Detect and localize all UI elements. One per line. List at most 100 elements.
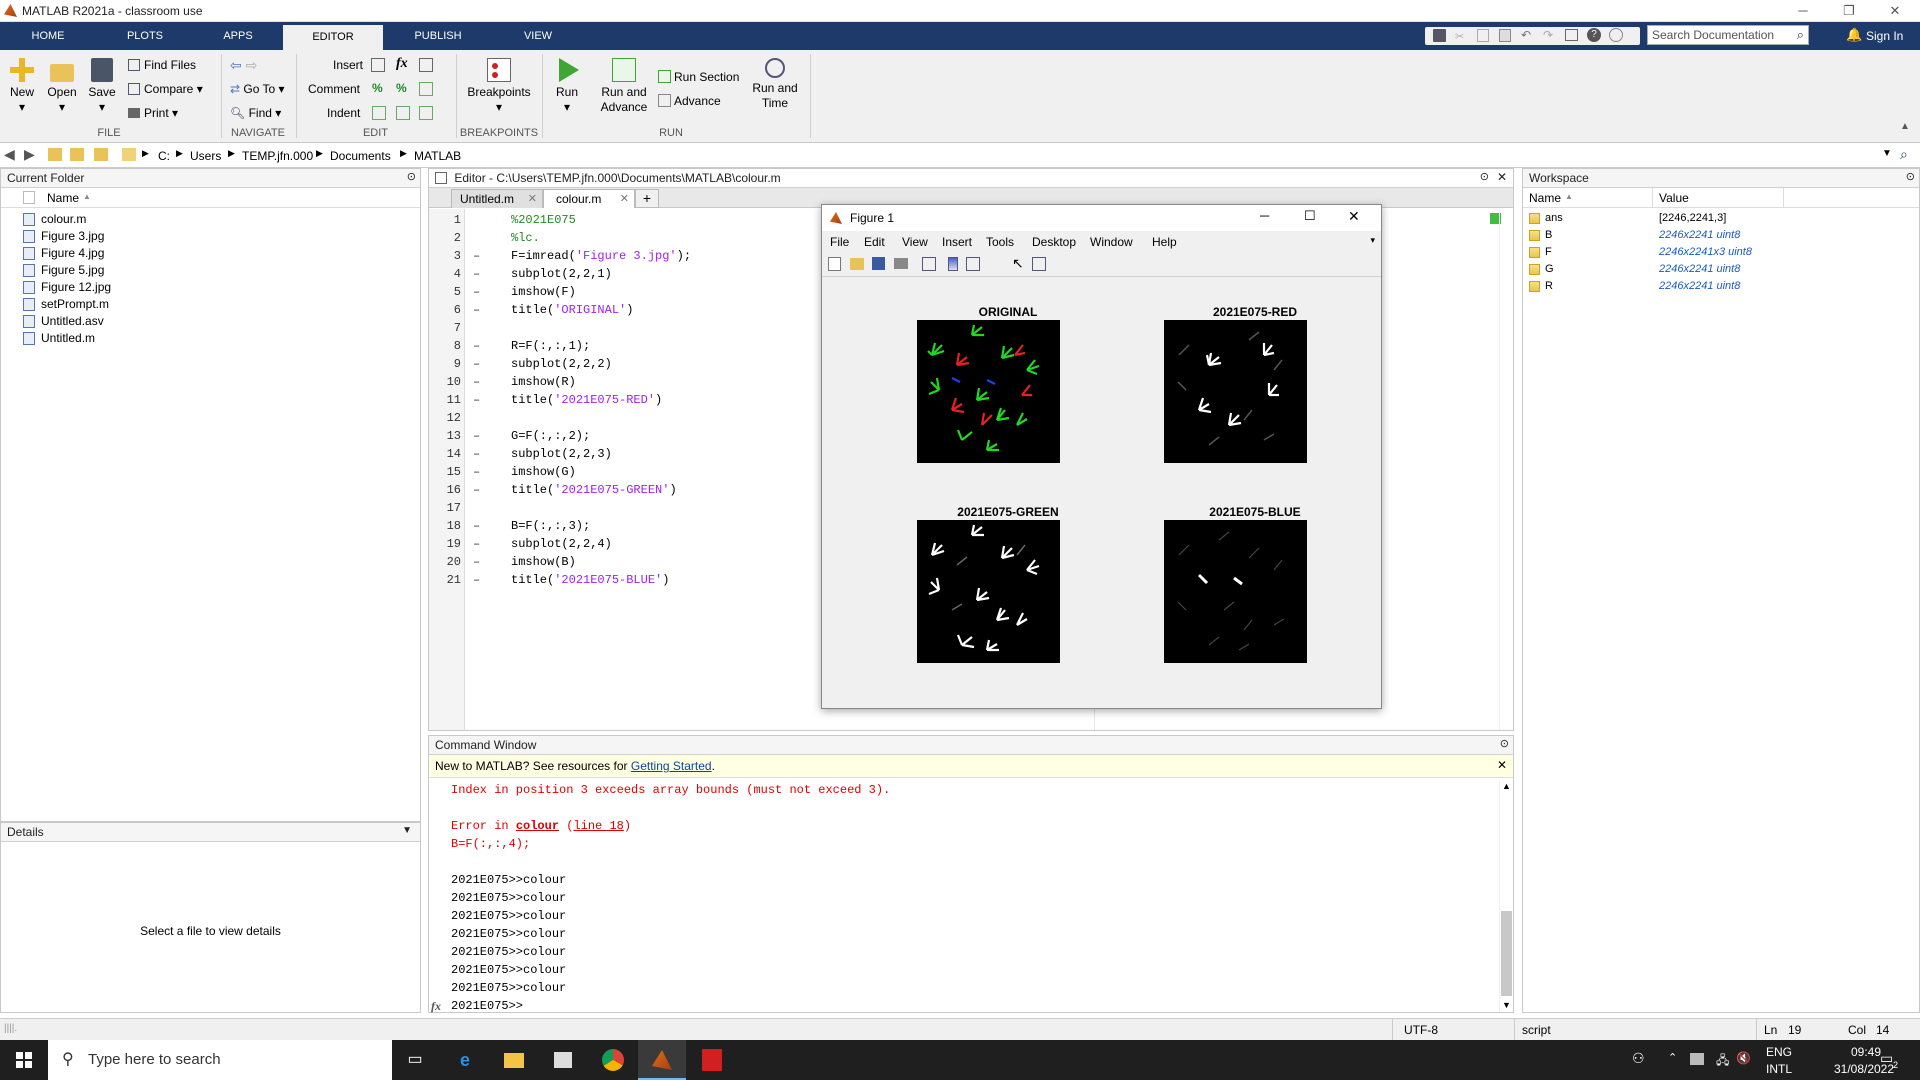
figure-minimize-icon[interactable]: ─ [1260,208,1269,223]
breakpoint-marker[interactable]: – [473,373,480,391]
smart-indent-icon[interactable] [372,106,386,120]
pointer-icon[interactable]: ↖ [1012,255,1024,272]
command-prompt[interactable]: fx 2021E075>> [429,997,1495,1015]
figure-maximize-icon[interactable]: ☐ [1304,208,1316,224]
collapse-ribbon-icon[interactable]: ▲ [1900,121,1910,132]
copy-icon[interactable] [1477,29,1489,42]
scroll-thumb[interactable] [1501,911,1512,996]
subplot-original-image[interactable] [917,320,1060,463]
figure-menu-edit[interactable]: Edit [864,235,885,249]
close-tab-icon[interactable]: ✕ [528,192,537,205]
workspace-variable-row[interactable]: R 2246x2241 uint8 [1523,278,1919,295]
file-item[interactable]: Figure 5.jpg [1,262,420,279]
notification-icon[interactable]: ▭ [1880,1050,1893,1067]
variable-value[interactable]: 2246x2241 uint8 [1659,227,1740,244]
tab-home[interactable]: HOME [18,22,78,50]
task-view-icon[interactable]: ▭ [391,1040,439,1080]
command-scrollbar[interactable]: ▲ ▼ [1499,781,1513,1012]
subplot-red-image[interactable] [1164,320,1307,463]
indent-button[interactable]: Indent [327,104,360,122]
tab-editor[interactable]: EDITOR [283,25,383,50]
file-item[interactable]: Figure 4.jpg [1,245,420,262]
variable-value[interactable]: 2246x2241 uint8 [1659,278,1740,295]
print-figure-icon[interactable] [894,258,908,269]
search-icon[interactable]: ⌕ [1797,27,1804,43]
breakpoint-marker[interactable]: – [473,301,480,319]
sign-in-link[interactable]: Sign In [1866,29,1903,43]
tray-chevron-icon[interactable]: ⌃ [1668,1051,1677,1064]
breakpoint-marker[interactable]: – [473,535,480,553]
subplot-blue-image[interactable] [1164,520,1307,663]
fx-icon[interactable]: fx [431,997,441,1015]
editor-scroll-track[interactable] [1499,209,1513,730]
tray-app-icon[interactable] [1690,1053,1704,1065]
new-tab-button[interactable]: + [635,189,659,208]
tab-view[interactable]: VIEW [508,22,568,50]
file-item[interactable]: Untitled.asv [1,313,420,330]
tab-colour[interactable]: colour.m ✕ [543,189,635,208]
acrobat-icon[interactable] [688,1040,736,1080]
search-documentation-input[interactable]: Search Documentation ⌕ [1647,25,1809,45]
details-header[interactable]: Details ▼ [1,823,420,842]
forward-icon[interactable]: ▶ [24,146,35,163]
breakpoints-button[interactable]: Breakpoints ▾ [462,58,536,115]
back-icon[interactable]: ◀ [4,146,15,163]
undo-icon[interactable]: ↶ [1521,28,1531,42]
breakpoint-marker[interactable]: – [473,265,480,283]
cut-icon[interactable]: ✂ [1455,30,1464,43]
help-icon[interactable]: ? [1587,28,1601,42]
value-column-header[interactable]: Value [1659,191,1689,205]
crumb-c[interactable]: C: [158,149,170,163]
workspace-variable-row[interactable]: B 2246x2241 uint8 [1523,227,1919,244]
volume-icon[interactable]: 🔇 [1736,1051,1751,1065]
new-figure-icon[interactable] [828,257,841,271]
advance-button[interactable]: Advance [658,92,721,110]
compare-button[interactable]: Compare ▾ [128,80,203,98]
figure-menu-file[interactable]: File [830,235,849,249]
up-folder-icon[interactable] [48,148,62,161]
breakpoint-marker[interactable]: – [473,337,480,355]
insert-button[interactable]: Insert [333,56,363,74]
edge-browser-icon[interactable]: e [441,1040,489,1080]
file-explorer-icon[interactable] [490,1040,538,1080]
tab-apps[interactable]: APPS [208,22,268,50]
panel-menu-icon[interactable]: ⊙ [1906,170,1915,183]
variable-value[interactable]: 2246x2241 uint8 [1659,261,1740,278]
colorbar-icon[interactable] [948,257,958,271]
file-item[interactable]: Figure 12.jpg [1,279,420,296]
address-dropdown-icon[interactable]: ▼ [1882,148,1892,159]
increase-indent-icon[interactable] [396,106,410,120]
breakpoint-marker[interactable]: – [473,463,480,481]
breakpoint-marker[interactable]: – [473,553,480,571]
breakpoint-marker[interactable]: – [473,283,480,301]
tab-untitled[interactable]: Untitled.m ✕ [451,189,543,208]
minimize-icon[interactable]: ─ [1780,0,1826,22]
run-and-advance-button[interactable]: Run and Advance [594,58,654,115]
name-column-header[interactable]: Name [1529,191,1561,205]
language-intl[interactable]: INTL [1766,1062,1792,1076]
breakpoint-marker[interactable]: – [473,445,480,463]
breakpoint-marker[interactable]: – [473,427,480,445]
close-banner-icon[interactable]: ✕ [1497,758,1507,772]
file-item[interactable]: Untitled.m [1,330,420,347]
figure-menu-window[interactable]: Window [1090,235,1133,249]
panel-menu-icon[interactable]: ⊙ [1480,170,1489,183]
windows-start-icon[interactable] [0,1040,48,1080]
print-button[interactable]: Print ▾ [128,104,178,122]
crumb-matlab[interactable]: MATLAB [414,149,461,163]
browse-folder-icon[interactable] [70,148,84,161]
comment-button[interactable]: Comment [308,80,360,98]
new-button[interactable]: New ▾ [4,58,40,115]
store-icon[interactable] [539,1040,587,1080]
figure-close-icon[interactable]: ✕ [1348,208,1360,225]
community-icon[interactable] [1609,28,1623,42]
breakpoint-marker[interactable]: – [473,355,480,373]
getting-started-link[interactable]: Getting Started [631,759,712,773]
search-folder-icon[interactable]: ⌕ [1900,146,1908,163]
decrease-indent-icon[interactable] [419,106,433,120]
find-files-button[interactable]: Find Files [128,56,196,74]
insert-function-icon[interactable] [419,58,433,72]
open-button[interactable]: Open ▾ [44,58,80,115]
crumb-temp[interactable]: TEMP.jfn.000 [242,149,313,163]
restore-icon[interactable]: ❐ [1826,0,1872,22]
